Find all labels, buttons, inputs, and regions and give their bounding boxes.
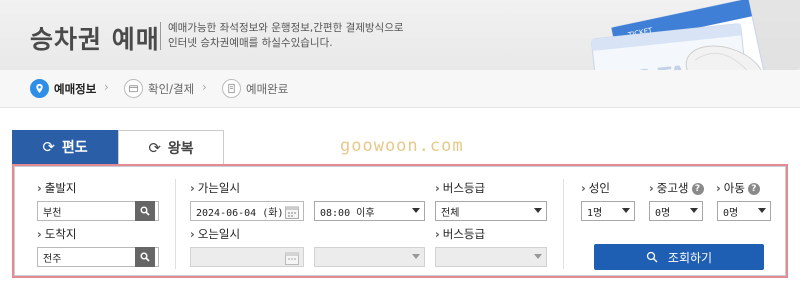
depart-time-select[interactable]: 08:00 이후 <box>314 201 425 221</box>
tab-label: 편도 <box>61 140 88 156</box>
child-count-select[interactable]: 0명 <box>717 201 771 221</box>
step-complete: 예매완료 <box>222 79 288 98</box>
depart-date-value: 2024-06-04 (화) <box>196 207 284 219</box>
bus-grade-label: › 버스등급 <box>435 181 486 195</box>
step-label: 확인/결제 <box>148 81 195 96</box>
chevron-right-icon: › <box>104 80 109 94</box>
bus-grade-value: 전체 <box>441 207 460 219</box>
bus-grade-select[interactable]: 전체 <box>435 201 547 221</box>
help-icon[interactable]: ? <box>747 183 760 195</box>
column-divider <box>563 179 564 269</box>
arrival-label: › 도착지 <box>37 227 77 241</box>
title-divider <box>160 22 161 50</box>
card-icon <box>124 79 143 98</box>
description-line-1: 예매가능한 좌석정보와 운행정보,간편한 결제방식으로 <box>168 22 404 34</box>
progress-steps: 예매정보 › 확인/결제 › 예매완료 <box>0 70 800 108</box>
column-divider <box>175 179 176 269</box>
step-reservation-info: 예매정보 <box>30 79 96 98</box>
document-icon <box>222 79 241 98</box>
refresh-icon: ⟳ <box>148 138 161 157</box>
child-count-value: 0명 <box>723 207 739 219</box>
depart-time-value: 08:00 이후 <box>320 207 375 219</box>
adult-count-value: 1명 <box>587 207 603 219</box>
return-date-input[interactable] <box>190 247 304 267</box>
search-button-label: 조회하기 <box>667 250 713 265</box>
adult-label: › 성인 <box>581 181 610 195</box>
calendar-icon[interactable] <box>284 250 300 266</box>
tab-label: 왕복 <box>167 140 194 157</box>
chevron-down-icon <box>534 254 542 259</box>
search-icon <box>140 252 150 262</box>
search-form-inner: › 출발지 부천 › 도착지 전주 › 가는일시 2024-06-04 (화) 08:… <box>14 166 786 276</box>
chevron-down-icon <box>690 208 698 213</box>
location-pin-icon <box>30 79 49 98</box>
description-line-2: 인터넷 승차권예매를 하실수있습니다. <box>168 37 333 49</box>
tab-oneway[interactable]: ⟳ 편도 <box>12 130 118 164</box>
refresh-icon: ⟳ <box>42 138 55 156</box>
return-time-select[interactable] <box>314 247 425 267</box>
chevron-down-icon <box>758 208 766 213</box>
child-label: › 아동? <box>716 180 760 196</box>
step-confirm-payment: 확인/결제 <box>124 79 194 98</box>
page-title: 승차권 예매 <box>30 25 160 54</box>
return-date-label: › 오는일시 <box>190 227 241 241</box>
youth-label: › 중고생? <box>649 180 704 196</box>
departure-label: › 출발지 <box>37 181 77 195</box>
depart-date-input[interactable]: 2024-06-04 (화) <box>190 201 304 221</box>
depart-date-label: › 가는일시 <box>190 181 241 195</box>
calendar-icon[interactable] <box>284 204 300 220</box>
return-bus-grade-label: › 버스등급 <box>435 227 486 241</box>
page-description: 예매가능한 좌석정보와 운행정보,간편한 결제방식으로 인터넷 승차권예매를 하… <box>168 21 404 51</box>
youth-count-select[interactable]: 0명 <box>649 201 703 221</box>
ticket-illustration: TICKET BUS TAGO <box>591 0 800 70</box>
search-form-panel: › 출발지 부천 › 도착지 전주 › 가는일시 2024-06-04 (화) 08:… <box>12 164 788 278</box>
chevron-down-icon <box>622 208 630 213</box>
chevron-down-icon <box>534 208 542 213</box>
page-header: 승차권 예매 예매가능한 좌석정보와 운행정보,간편한 결제방식으로 인터넷 승… <box>0 0 800 70</box>
return-bus-grade-select[interactable] <box>435 247 547 267</box>
help-icon[interactable]: ? <box>691 183 704 195</box>
chevron-right-icon: › <box>202 80 207 94</box>
youth-count-value: 0명 <box>655 207 671 219</box>
step-label: 예매완료 <box>246 81 289 96</box>
tab-roundtrip[interactable]: ⟳ 왕복 <box>118 130 224 164</box>
chevron-down-icon <box>412 254 420 259</box>
search-icon <box>140 206 150 216</box>
watermark: goowoon.com <box>340 136 464 156</box>
adult-count-select[interactable]: 1명 <box>581 201 635 221</box>
step-label: 예매정보 <box>54 81 97 96</box>
arrival-search-button[interactable] <box>135 247 155 267</box>
search-icon <box>646 251 658 263</box>
search-button[interactable]: 조회하기 <box>594 244 764 270</box>
chevron-down-icon <box>412 208 420 213</box>
departure-search-button[interactable] <box>135 201 155 221</box>
